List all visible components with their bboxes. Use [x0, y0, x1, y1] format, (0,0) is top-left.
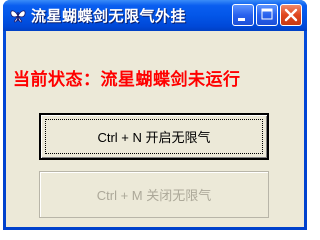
minimize-icon: [238, 18, 245, 21]
disable-button-label: Ctrl + M 关闭无限气: [96, 188, 212, 203]
maximize-icon: [261, 8, 273, 20]
title-bar[interactable]: 流星蝴蝶剑无限气外挂: [3, 0, 307, 31]
enable-unlimited-qi-button[interactable]: Ctrl + N 开启无限气: [39, 113, 269, 160]
status-label: 当前状态：流星蝴蝶剑未运行: [13, 70, 241, 90]
close-icon: [284, 8, 298, 22]
disable-unlimited-qi-button[interactable]: Ctrl + M 关闭无限气: [39, 171, 269, 218]
minimize-button[interactable]: [232, 4, 254, 26]
maximize-button[interactable]: [256, 4, 278, 26]
butterfly-icon: [9, 7, 27, 25]
close-button[interactable]: [280, 4, 302, 26]
app-window: 流星蝴蝶剑无限气外挂 当前状态：流星蝴蝶剑未运行 Ctrl + N 开启无限气 …: [3, 0, 307, 230]
window-title: 流星蝴蝶剑无限气外挂: [31, 7, 187, 25]
enable-button-label: Ctrl + N 开启无限气: [97, 130, 211, 145]
client-area: 当前状态：流星蝴蝶剑未运行 Ctrl + N 开启无限气 Ctrl + M 关闭…: [6, 31, 304, 227]
